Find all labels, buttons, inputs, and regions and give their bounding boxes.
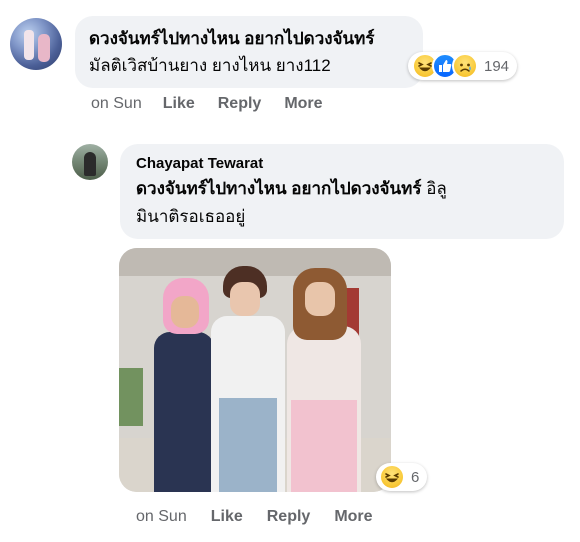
reply-button[interactable]: Reply bbox=[218, 95, 262, 113]
comment-bubble: ดวงจันทร์ไปทางไหน อยากไปดวงจันทร์ มัลติเ… bbox=[75, 16, 423, 88]
reply-actions: on Sun Like Reply More bbox=[136, 508, 397, 526]
sad-emoji-icon bbox=[452, 53, 478, 79]
haha-emoji-icon bbox=[379, 464, 405, 490]
reply-bubble: Chayapat Tewarat ดวงจันทร์ไปทางไหน อยากไ… bbox=[120, 144, 564, 239]
avatar-figure bbox=[24, 30, 34, 60]
reply-timestamp[interactable]: on Sun bbox=[136, 508, 187, 526]
reply-text-tail: อิลู bbox=[421, 179, 447, 198]
comment-text-line1: ดวงจันทร์ไปทางไหน อยากไปดวงจันทร์ bbox=[89, 29, 375, 48]
reply-photo[interactable] bbox=[119, 248, 391, 492]
reply-reply-button[interactable]: Reply bbox=[267, 508, 311, 526]
commenter-avatar[interactable] bbox=[10, 18, 62, 70]
photo-reaction-count: 6 bbox=[411, 468, 420, 486]
reply-more-button[interactable]: More bbox=[334, 508, 372, 526]
more-button[interactable]: More bbox=[284, 95, 322, 113]
avatar-figure bbox=[84, 152, 96, 176]
avatar-figure bbox=[38, 34, 50, 62]
reply-like-button[interactable]: Like bbox=[211, 508, 243, 526]
comment-reactions[interactable]: 194 bbox=[408, 52, 518, 80]
like-button[interactable]: Like bbox=[163, 95, 195, 113]
reply-text-bold: ดวงจันทร์ไปทางไหน อยากไปดวงจันทร์ bbox=[136, 179, 422, 198]
reply-text-line1: ดวงจันทร์ไปทางไหน อยากไปดวงจันทร์ อิลู bbox=[136, 175, 552, 203]
comment-text-line2: มัลติเวิสบ้านยาง ยางไหน ยาง112 bbox=[89, 56, 331, 75]
comment-timestamp[interactable]: on Sun bbox=[91, 95, 142, 113]
reply-author[interactable]: Chayapat Tewarat bbox=[136, 153, 552, 175]
reaction-count: 194 bbox=[484, 57, 510, 75]
comment-actions: on Sun Like Reply More bbox=[91, 95, 346, 113]
reply-text-line2: มินาติรอเธออยู่ bbox=[136, 207, 246, 226]
reply-avatar[interactable] bbox=[72, 144, 108, 180]
photo-reactions[interactable]: 6 bbox=[376, 463, 428, 491]
